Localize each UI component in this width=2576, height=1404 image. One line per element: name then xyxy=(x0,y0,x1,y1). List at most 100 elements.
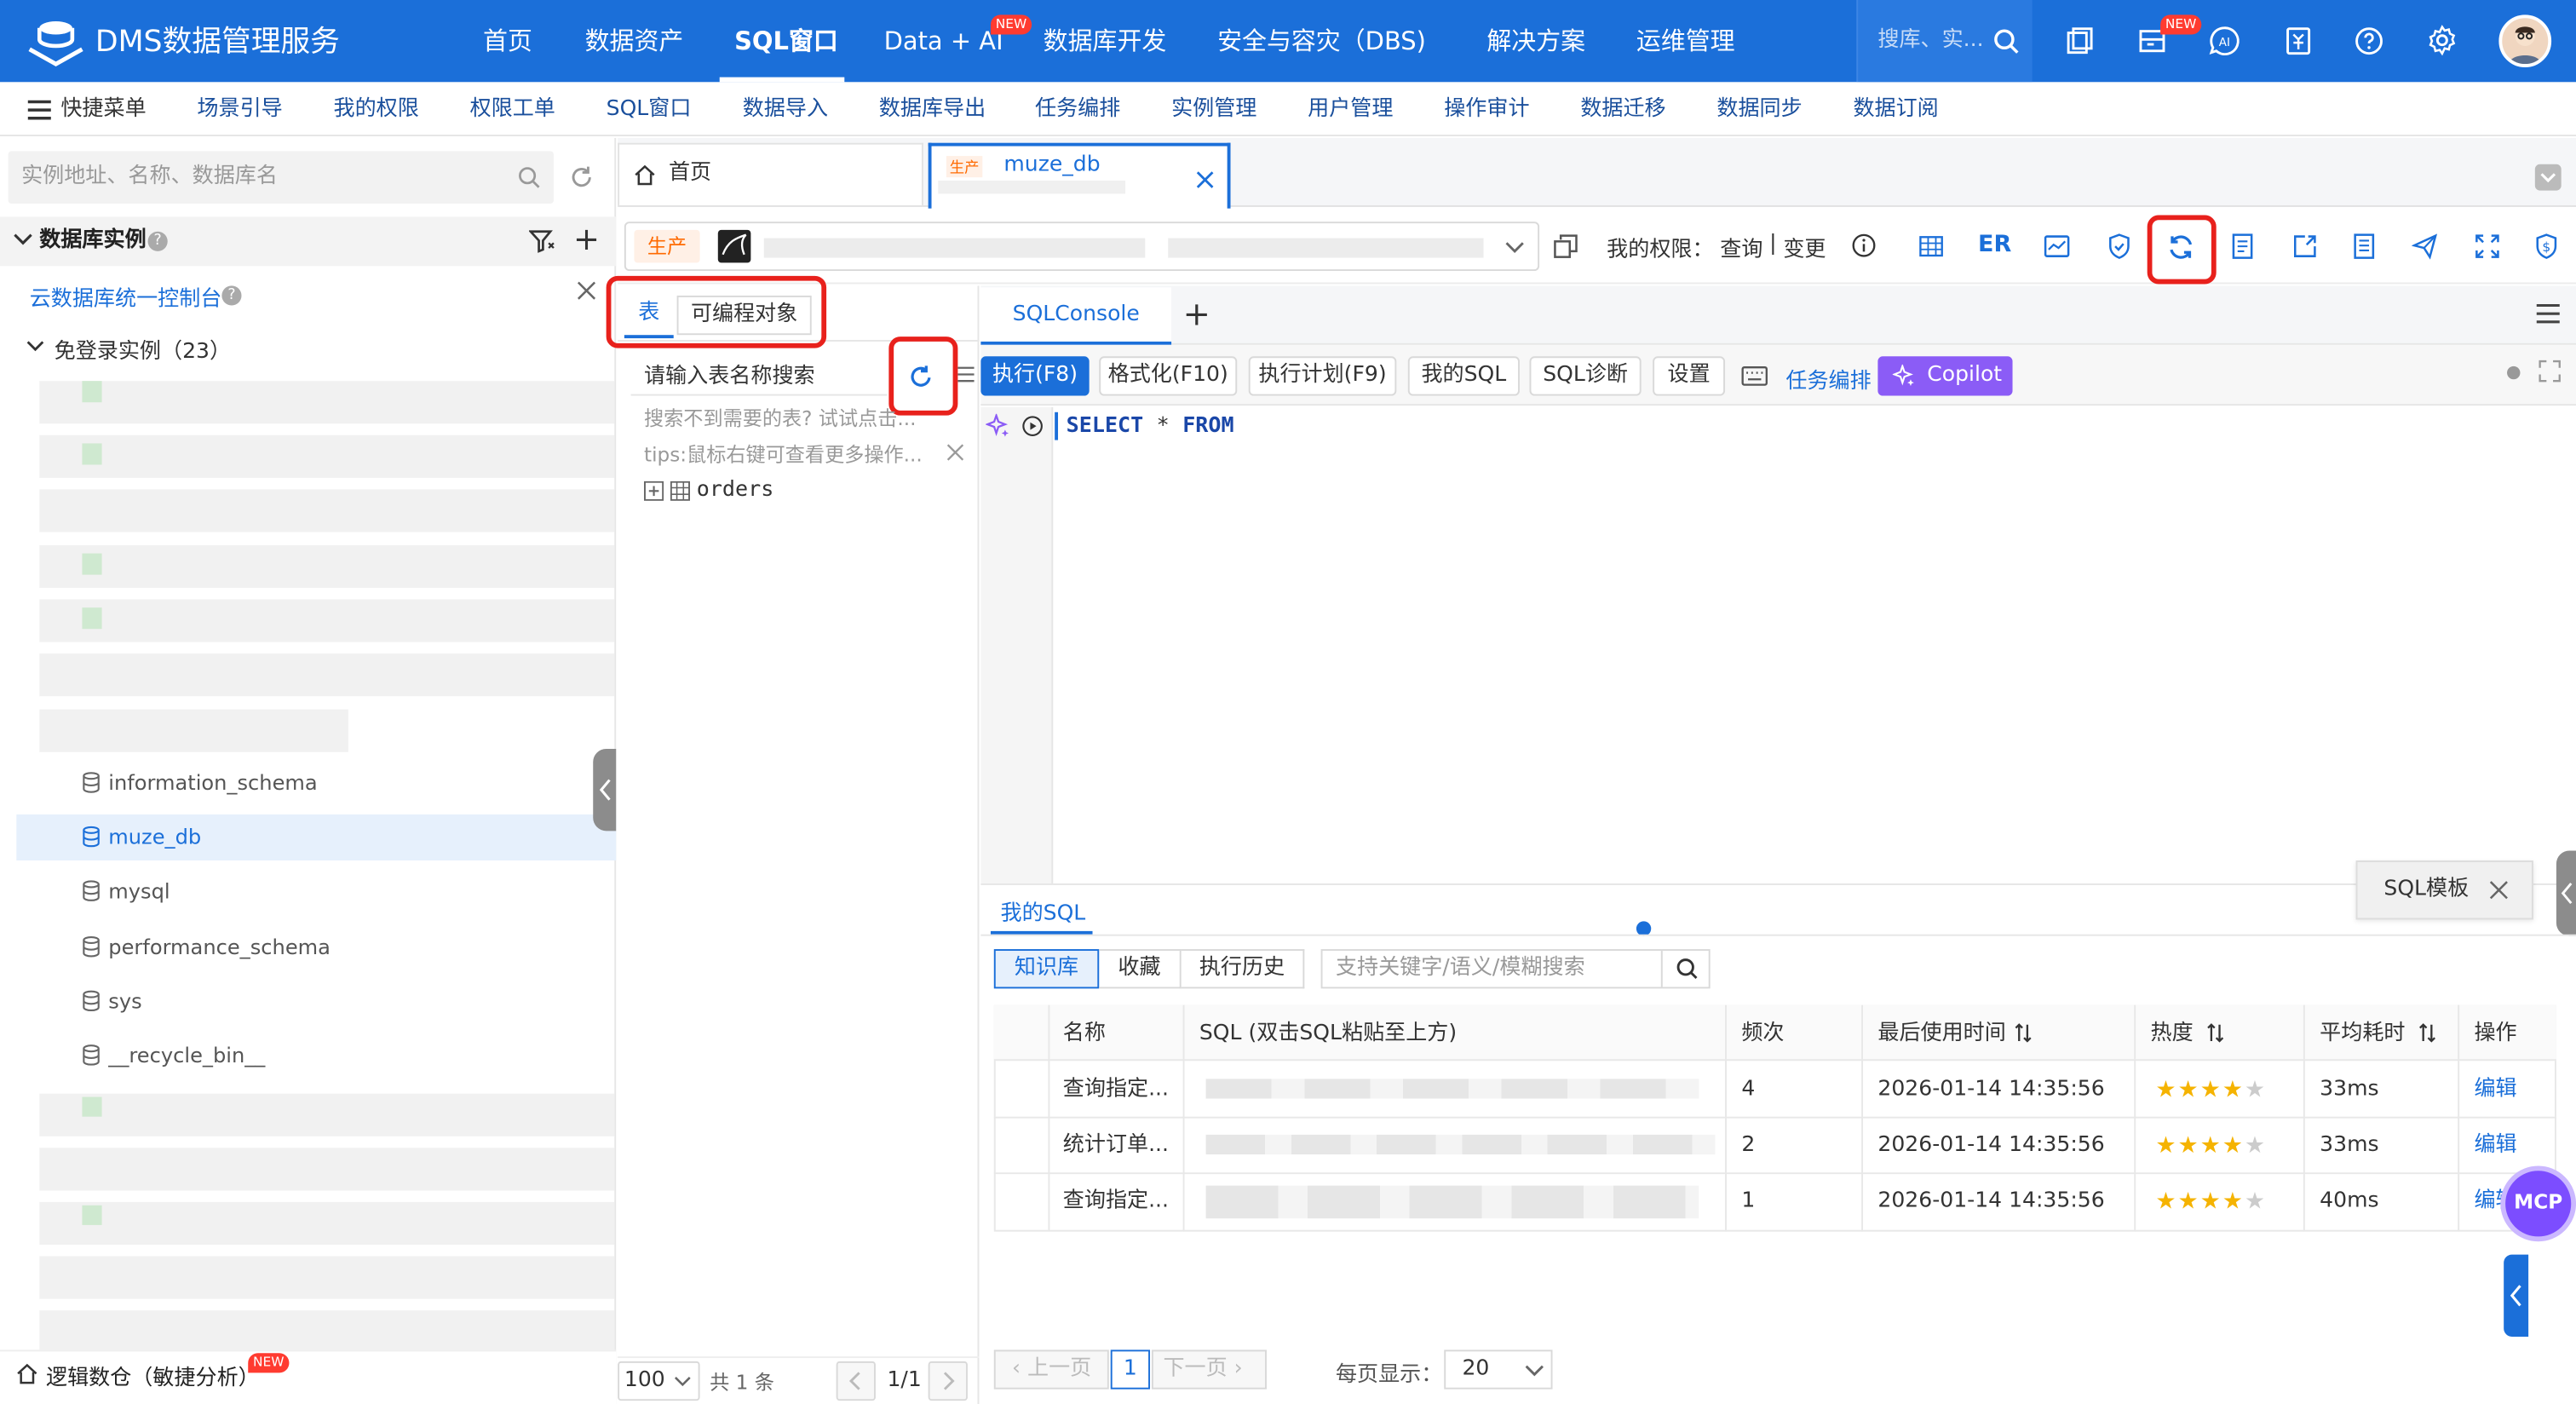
db-item-mysql[interactable]: mysql xyxy=(82,878,170,903)
search-icon[interactable] xyxy=(1992,28,2019,55)
blurred-instance-row[interactable] xyxy=(39,381,615,424)
side-drawer-handle[interactable] xyxy=(2504,1254,2529,1337)
explain-button[interactable]: 执行计划(F9) xyxy=(1248,356,1397,396)
er-diagram-button[interactable]: ER xyxy=(1978,232,2011,258)
my-sql-search-input[interactable]: 支持关键字/语义/模糊搜索 xyxy=(1320,949,1711,989)
document-icon[interactable] xyxy=(2231,233,2254,260)
app-title[interactable]: DMS数据管理服务 xyxy=(95,0,340,85)
quick-item[interactable]: 我的权限 xyxy=(334,82,419,136)
table-grid-icon[interactable] xyxy=(1919,235,1944,258)
nav-ops[interactable]: 运维管理 xyxy=(1636,0,1735,82)
quick-item[interactable]: SQL窗口 xyxy=(607,82,692,136)
db-item-performance-schema[interactable]: performance_schema xyxy=(82,935,331,959)
blurred-sql-text[interactable] xyxy=(1205,1134,1716,1155)
quick-item[interactable]: 数据订阅 xyxy=(1853,82,1938,136)
format-button[interactable]: 格式化(F10) xyxy=(1099,356,1238,396)
close-icon[interactable] xyxy=(946,443,964,461)
billing-icon[interactable] xyxy=(2286,26,2312,56)
nav-home[interactable]: 首页 xyxy=(483,0,532,82)
nav-data-assets[interactable]: 数据资产 xyxy=(585,0,684,82)
blurred-instance-row[interactable] xyxy=(39,434,615,478)
fullscreen-icon[interactable] xyxy=(2474,233,2500,260)
quick-item[interactable]: 数据导入 xyxy=(743,82,828,136)
list-icon[interactable] xyxy=(2353,233,2376,260)
list-menu-icon[interactable] xyxy=(957,365,975,384)
sort-icon[interactable] xyxy=(2418,1023,2436,1043)
blurred-instance-row[interactable] xyxy=(39,1201,615,1246)
gear-icon[interactable] xyxy=(2427,25,2458,56)
db-item-recycle-bin[interactable]: __recycle_bin__ xyxy=(82,1043,265,1067)
chevron-down-icon[interactable] xyxy=(1505,241,1525,254)
close-icon[interactable] xyxy=(2489,880,2509,900)
settings-button[interactable]: 设置 xyxy=(1653,356,1726,396)
info-icon[interactable]: ? xyxy=(221,285,242,306)
global-search[interactable]: 搜库、实... xyxy=(1856,0,2033,83)
help-icon[interactable] xyxy=(2355,26,2384,56)
blurred-instance-row[interactable] xyxy=(39,489,615,532)
db-item-sys[interactable]: sys xyxy=(82,988,142,1013)
row-name[interactable]: 查询指定... xyxy=(1063,1174,1169,1230)
page-size-select[interactable]: 100 xyxy=(618,1361,700,1401)
page-size-select[interactable]: 20 xyxy=(1444,1349,1553,1390)
copilot-button[interactable]: Copilot xyxy=(1877,356,2013,396)
edit-link[interactable]: 编辑 xyxy=(2474,1119,2516,1175)
perm-query[interactable]: 查询 xyxy=(1720,232,1762,262)
right-collapse-handle[interactable] xyxy=(2556,850,2576,936)
nav-sql-window[interactable]: SQL窗口 xyxy=(734,0,838,82)
sort-icon[interactable] xyxy=(2014,1023,2032,1043)
shield-dollar-icon[interactable]: $ xyxy=(2535,233,2558,260)
blurred-instance-row[interactable] xyxy=(39,1093,615,1136)
row-name[interactable]: 统计订单... xyxy=(1063,1119,1169,1175)
blurred-instance-row[interactable] xyxy=(39,1310,615,1350)
instance-search-input[interactable]: 实例地址、名称、数据库名 xyxy=(8,151,554,204)
avatar[interactable] xyxy=(2498,14,2552,68)
blurred-instance-row[interactable] xyxy=(39,544,615,589)
tab-sqlconsole[interactable]: SQLConsole xyxy=(980,287,1172,345)
instance-selector[interactable]: 生产 xyxy=(624,222,1540,272)
security-shield-icon[interactable] xyxy=(2107,233,2130,260)
nav-data-ai[interactable]: Data + AI xyxy=(884,0,1003,82)
add-instance-icon[interactable] xyxy=(575,228,598,251)
filter-icon[interactable] xyxy=(529,230,555,253)
panel-splitter[interactable] xyxy=(980,883,2576,885)
menu-icon[interactable] xyxy=(26,99,53,122)
blurred-instance-row[interactable] xyxy=(39,1256,615,1299)
tab-knowledge-base[interactable]: 知识库 xyxy=(993,949,1100,989)
keyboard-icon[interactable] xyxy=(1741,366,1768,386)
ai-assistant-icon[interactable]: AI xyxy=(2208,25,2241,58)
tab-dropdown-icon[interactable] xyxy=(2534,164,2562,191)
sort-icon[interactable] xyxy=(2206,1023,2224,1043)
refresh-icon[interactable] xyxy=(568,164,595,191)
send-icon[interactable] xyxy=(2412,233,2438,260)
db-item-muze-db[interactable]: muze_db xyxy=(82,825,201,849)
global-search-input[interactable]: 搜库、实... xyxy=(1877,0,1983,82)
quick-item[interactable]: 权限工单 xyxy=(470,82,555,136)
quick-item[interactable]: 数据同步 xyxy=(1716,82,1802,136)
row-name[interactable]: 查询指定... xyxy=(1063,1062,1169,1119)
expand-editor-icon[interactable] xyxy=(2539,360,2562,383)
tab-favorites[interactable]: 收藏 xyxy=(1099,949,1182,989)
quick-item[interactable]: 实例管理 xyxy=(1171,82,1256,136)
close-icon[interactable] xyxy=(1196,170,1214,188)
expand-plus-icon[interactable] xyxy=(644,480,664,500)
copy-icon[interactable] xyxy=(1553,233,1579,260)
edit-link[interactable]: 编辑 xyxy=(2474,1062,2516,1119)
tab-muze-db[interactable]: 生产 muze_db xyxy=(928,142,1231,209)
table-item-orders[interactable]: orders xyxy=(644,478,773,503)
next-page-button[interactable]: 下一页 › xyxy=(1151,1349,1267,1390)
search-icon[interactable] xyxy=(518,166,541,189)
blurred-sql-text[interactable] xyxy=(1205,1079,1699,1099)
logical-dw-link[interactable]: 逻辑数仓（敏捷分析） xyxy=(46,1360,260,1391)
search-button[interactable] xyxy=(1660,951,1711,987)
quick-menu-label[interactable]: 快捷菜单 xyxy=(60,82,146,136)
add-tab-button[interactable]: + xyxy=(1183,289,1210,338)
prev-page-button[interactable] xyxy=(836,1361,876,1401)
mcp-floating-button[interactable]: MCP xyxy=(2500,1165,2576,1242)
quick-item[interactable]: 任务编排 xyxy=(1035,82,1120,136)
hamburger-menu-icon[interactable] xyxy=(2535,302,2562,325)
export-icon[interactable] xyxy=(2291,233,2318,260)
prev-page-button[interactable]: ‹ 上一页 xyxy=(993,1349,1109,1390)
search-hint[interactable]: 搜索不到需要的表? 试试点击... xyxy=(644,404,940,432)
table-search-input[interactable]: 请输入表名称搜索 xyxy=(630,360,888,396)
info-icon[interactable]: ? xyxy=(147,231,168,251)
